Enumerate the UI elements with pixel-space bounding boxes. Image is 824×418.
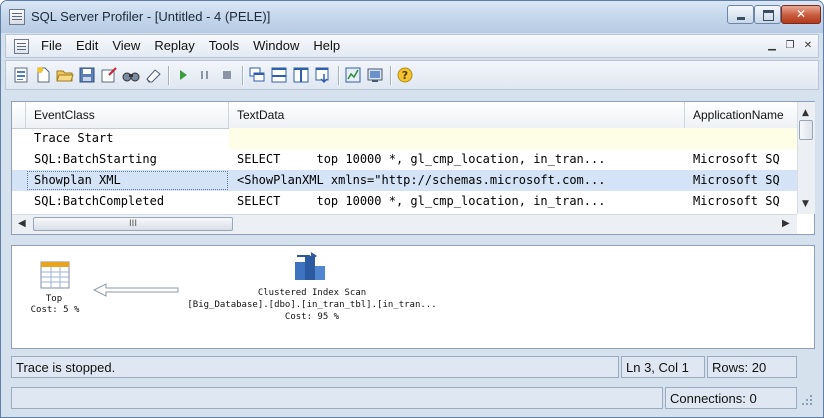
status-position: Ln 3, Col 1: [621, 356, 705, 378]
cell-applicationname: Microsoft SQ: [693, 152, 780, 166]
scan-operator-object: [Big_Database].[dbo].[in_tran_tbl].[in_t…: [187, 300, 437, 310]
new-template-icon[interactable]: [34, 66, 52, 84]
help-icon[interactable]: ?: [396, 66, 414, 84]
status-message: Trace is stopped.: [11, 356, 619, 378]
scroll-down-icon[interactable]: ▼: [802, 199, 809, 209]
top-operator-cost: Cost: 5 %: [30, 305, 80, 315]
execution-plan-pane[interactable]: Top Cost: 5 % Clustered Index Scan [Big_…: [11, 245, 815, 349]
window-title: SQL Server Profiler - [Untitled - 4 (PEL…: [31, 9, 271, 24]
mdi-minimize-icon[interactable]: ▁: [764, 38, 780, 54]
menu-replay[interactable]: Replay: [147, 38, 201, 54]
svg-text:?: ?: [402, 69, 408, 82]
cell-textdata: [229, 128, 685, 149]
table-row[interactable]: SQL:BatchStarting SELECT top 10000 *, gl…: [12, 149, 797, 170]
column-header-applicationname[interactable]: ApplicationName: [685, 102, 797, 128]
activity-monitor-icon[interactable]: [366, 66, 384, 84]
table-row[interactable]: Trace Start: [12, 128, 797, 149]
document-menu-icon[interactable]: [14, 39, 29, 54]
scroll-right-icon[interactable]: ▶: [782, 218, 790, 229]
menu-tools[interactable]: Tools: [202, 38, 246, 54]
cell-textdata: <ShowPlanXML xmlns="http://schemas.micro…: [237, 173, 606, 187]
column-header-eventclass[interactable]: EventClass: [26, 102, 229, 128]
cascade-icon[interactable]: [248, 66, 266, 84]
grid-header: EventClass TextData ApplicationName: [12, 102, 797, 129]
toolbar-separator: [338, 66, 339, 85]
autoscroll-icon[interactable]: [314, 66, 332, 84]
tile-vertical-icon[interactable]: [292, 66, 310, 84]
menu-bar: File Edit View Replay Tools Window Help …: [5, 34, 819, 58]
plan-flow-arrow-icon: [92, 283, 179, 297]
row-header-corner: [12, 102, 26, 128]
trace-grid[interactable]: EventClass TextData ApplicationName Trac…: [11, 101, 815, 235]
maximize-button[interactable]: [754, 5, 781, 24]
profiler-window: SQL Server Profiler - [Untitled - 4 (PEL…: [0, 0, 824, 418]
toolbar-separator: [390, 66, 391, 85]
app-icon[interactable]: [9, 9, 25, 25]
cell-textdata: SELECT top 10000 *, gl_cmp_location, in_…: [237, 194, 606, 208]
menu-window[interactable]: Window: [246, 38, 306, 54]
status-empty-panel: [11, 387, 663, 409]
tile-horizontal-icon[interactable]: [270, 66, 288, 84]
properties-icon[interactable]: [100, 66, 118, 84]
cell-applicationname: Microsoft SQ: [693, 194, 780, 208]
mdi-close-icon[interactable]: ✕: [800, 38, 816, 54]
vertical-scroll-thumb[interactable]: [799, 120, 813, 140]
scan-operator-cost: Cost: 95 %: [284, 312, 340, 322]
status-connections: Connections: 0: [665, 387, 797, 409]
find-icon[interactable]: [122, 66, 140, 84]
toolbar: ?: [5, 60, 819, 90]
cell-eventclass: Showplan XML: [26, 170, 229, 191]
cell-eventclass: SQL:BatchCompleted: [34, 194, 165, 208]
mdi-restore-icon[interactable]: ❐: [782, 38, 798, 54]
clear-icon[interactable]: [144, 66, 162, 84]
column-header-textdata[interactable]: TextData: [229, 102, 685, 128]
new-trace-icon[interactable]: [12, 66, 30, 84]
scroll-up-icon[interactable]: ▲: [802, 108, 809, 118]
status-bar: Trace is stopped. Ln 3, Col 1 Rows: 20: [5, 356, 819, 380]
cell-textdata: SELECT top 10000 *, gl_cmp_location, in_…: [237, 152, 606, 166]
clustered-index-scan-icon[interactable]: [291, 250, 329, 284]
run-icon[interactable]: [174, 66, 192, 84]
open-icon[interactable]: [56, 66, 74, 84]
minimize-button[interactable]: [727, 5, 754, 24]
status-rows: Rows: 20: [707, 356, 797, 378]
top-operator-icon[interactable]: [40, 260, 70, 290]
pause-icon[interactable]: [196, 66, 214, 84]
scan-operator-label: Clustered Index Scan: [257, 288, 367, 298]
cell-eventclass: Trace Start: [34, 131, 114, 145]
stop-icon[interactable]: [218, 66, 236, 84]
menu-edit[interactable]: Edit: [69, 38, 105, 54]
cell-applicationname: Microsoft SQ: [693, 173, 780, 187]
perfmon-icon[interactable]: [344, 66, 362, 84]
toolbar-separator: [242, 66, 243, 85]
close-button[interactable]: [781, 5, 821, 24]
cell-applicationname: [685, 128, 797, 149]
resize-grip-icon[interactable]: [800, 393, 814, 407]
menu-view[interactable]: View: [105, 38, 147, 54]
save-icon[interactable]: [78, 66, 96, 84]
grid-horizontal-scrollbar[interactable]: ◀ III ▶: [12, 214, 797, 234]
horizontal-scroll-thumb[interactable]: III: [33, 217, 233, 231]
connection-status-bar: Connections: 0: [5, 385, 819, 411]
cell-eventclass: SQL:BatchStarting: [34, 152, 157, 166]
menu-help[interactable]: Help: [306, 38, 347, 54]
top-operator-label: Top: [45, 294, 63, 304]
table-row[interactable]: SQL:BatchCompleted SELECT top 10000 *, g…: [12, 191, 797, 212]
menu-file[interactable]: File: [34, 38, 69, 54]
grid-vertical-scrollbar[interactable]: ▲ ▼: [797, 102, 815, 214]
title-bar: SQL Server Profiler - [Untitled - 4 (PEL…: [1, 1, 823, 33]
toolbar-separator: [168, 66, 169, 85]
scroll-left-icon[interactable]: ◀: [18, 218, 26, 229]
table-row-selected[interactable]: Showplan XML <ShowPlanXML xmlns="http://…: [12, 170, 797, 191]
